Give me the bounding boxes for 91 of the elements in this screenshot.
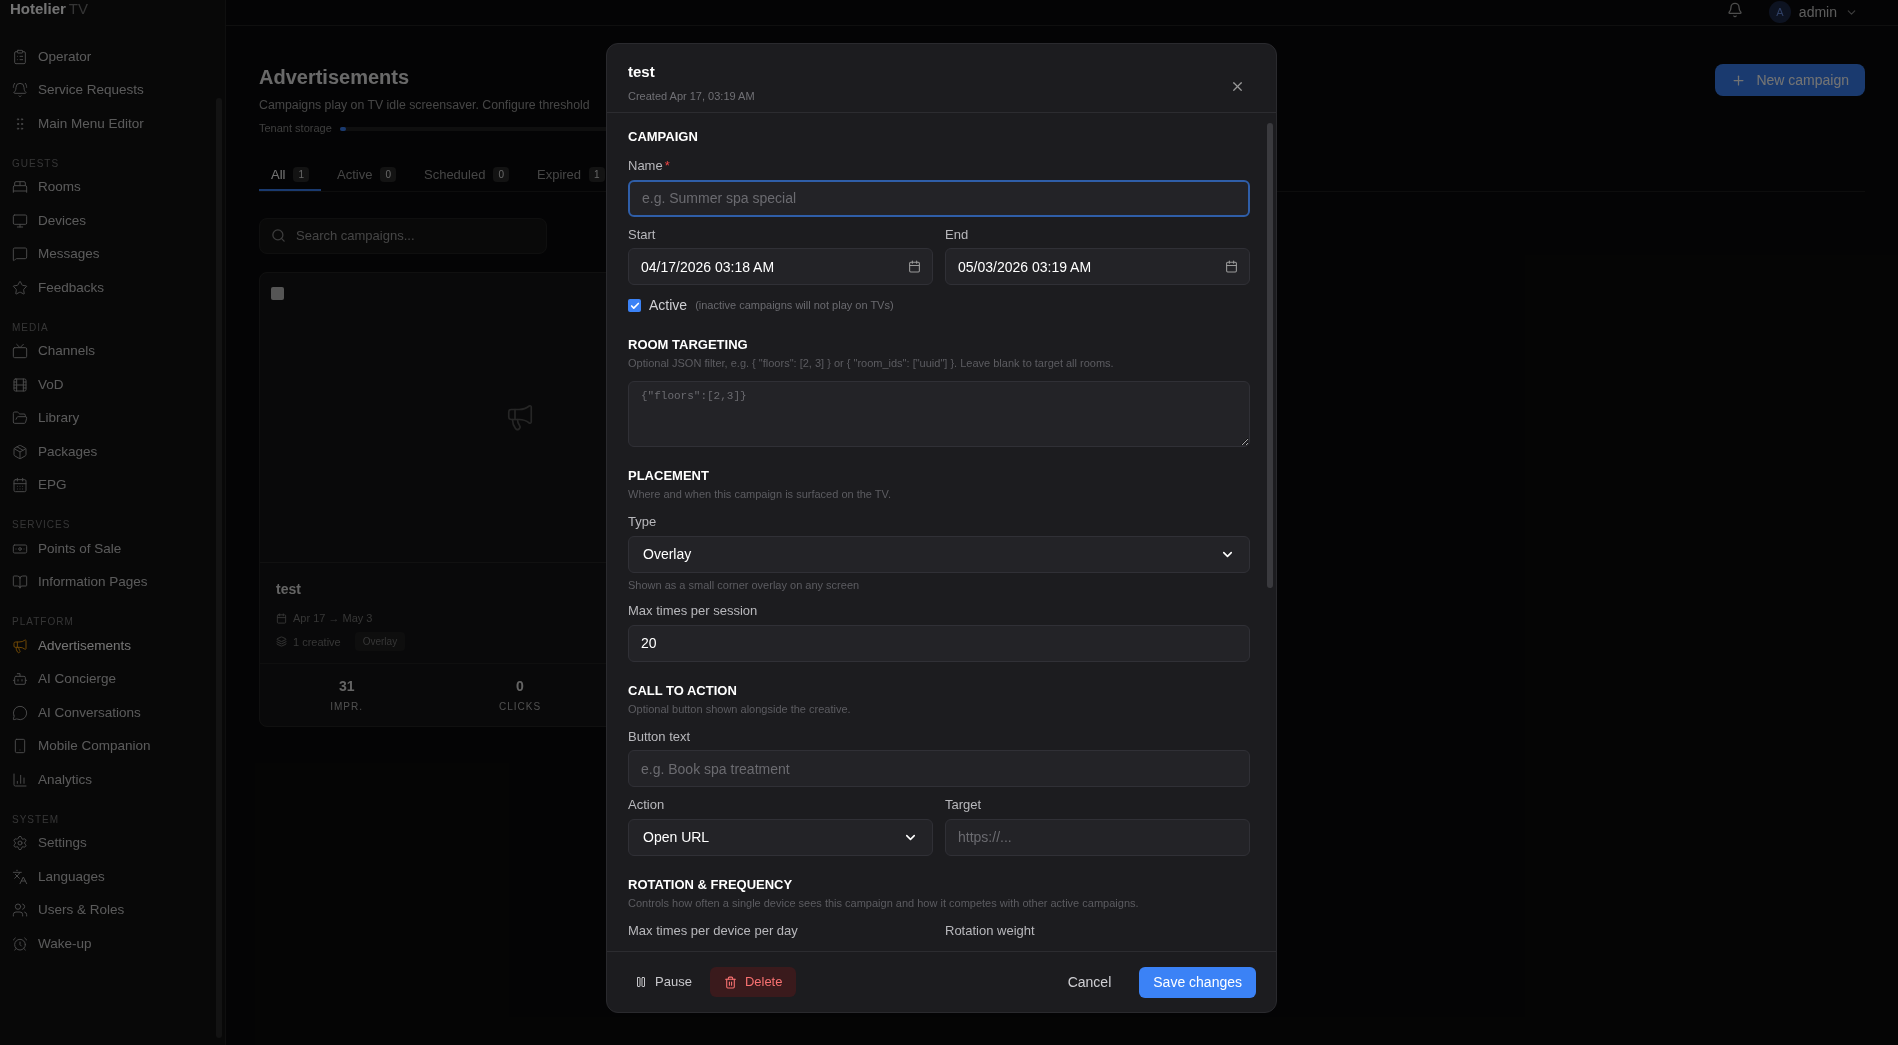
field-label: Max times per device per day — [628, 921, 798, 940]
field-label: End — [945, 225, 969, 244]
robot-icon — [12, 671, 28, 688]
translate-icon — [12, 868, 28, 885]
field-label: Target — [945, 796, 982, 814]
film-icon — [12, 376, 28, 393]
close-icon[interactable] — [1230, 79, 1245, 94]
settings-icon — [12, 835, 28, 852]
calendar-icon — [276, 612, 287, 624]
field-label: Rotation weight — [945, 921, 1035, 940]
select-field[interactable]: Overlay — [628, 535, 1250, 573]
card-title: test — [276, 579, 301, 599]
json-field[interactable]: {"floors":[2,3]} — [628, 381, 1250, 447]
sidebar-item[interactable]: Service Requests — [4, 73, 221, 107]
date-field[interactable]: 04/17/2026 03:18 AM — [628, 248, 933, 285]
select-checkbox[interactable] — [271, 286, 284, 300]
tab-count: 1 — [293, 167, 309, 183]
dialog-title: test — [628, 62, 656, 82]
pause-button[interactable]: Pause — [627, 967, 700, 997]
trash-icon — [723, 975, 737, 989]
section-title: ROOM TARGETING — [628, 337, 749, 353]
search-icon — [271, 227, 286, 243]
section-description: Controls how often a single device sees this campaign and how it competes with other active campaigns. — [628, 895, 1140, 910]
sidebar-item[interactable]: Operator — [4, 40, 221, 74]
bed-icon — [12, 179, 28, 196]
stat-label: CLICKS — [498, 700, 542, 715]
search-field[interactable]: Search campaigns... — [259, 217, 547, 254]
tv-icon — [12, 343, 28, 360]
new-campaign-button[interactable]: New campaign — [1715, 64, 1865, 96]
tab[interactable]: Expired 1 — [525, 160, 617, 191]
stat-label: IMPR. — [330, 700, 364, 715]
package-icon — [12, 443, 28, 460]
tab-count: 0 — [380, 167, 396, 183]
plus-icon — [1731, 72, 1747, 88]
field-label: Button text — [628, 727, 691, 746]
phone-icon — [12, 738, 28, 755]
required-mark: * — [664, 157, 670, 175]
calendar-icon — [908, 260, 921, 273]
stat-value: 31 — [338, 677, 355, 697]
section-title: PLACEMENT — [628, 468, 710, 484]
section-title: ROTATION & FREQUENCY — [628, 876, 794, 893]
text-field[interactable]: e.g. Book spa treatment — [628, 750, 1250, 787]
book-icon — [12, 574, 28, 591]
scrollbar[interactable] — [1267, 123, 1273, 588]
clipboard-icon — [12, 48, 28, 65]
select-field[interactable]: Open URL — [628, 818, 933, 856]
bar-chart-icon — [12, 771, 28, 788]
tab[interactable]: All 1 — [259, 160, 321, 191]
tab[interactable]: Scheduled 0 — [412, 160, 521, 191]
message-icon — [12, 246, 28, 263]
tab-count: 0 — [493, 167, 509, 183]
text-field[interactable]: e.g. Summer spa special — [628, 179, 1250, 217]
section-title: CALL TO ACTION — [628, 682, 738, 699]
calendar-icon — [1225, 260, 1238, 273]
page-title: Advertisements — [259, 65, 410, 90]
stat-value: 0 — [516, 677, 524, 697]
field-label: Max times per session — [628, 602, 758, 620]
text-field[interactable]: 20 — [628, 624, 1250, 662]
chat-icon — [12, 704, 28, 721]
delete-button[interactable]: Delete — [709, 967, 797, 997]
checkbox-label: Active — [649, 296, 688, 315]
date-field[interactable]: 05/03/2026 03:19 AM — [945, 248, 1250, 285]
text-field[interactable]: https://... — [945, 818, 1250, 856]
section-title: CAMPAIGN — [628, 129, 699, 145]
layers-icon — [276, 636, 287, 648]
megaphone-icon — [505, 402, 535, 433]
field-label: Action — [628, 796, 665, 814]
dialog-subtitle: Created Apr 17, 03:19 AM — [628, 88, 755, 104]
page-subtitle: Campaigns play on TV idle screensaver. Configure threshold — [259, 97, 590, 114]
app-logo: Hotelier — [10, 0, 66, 19]
users-icon — [12, 902, 28, 919]
save-button[interactable]: Save changes — [1139, 966, 1256, 998]
pause-icon — [635, 976, 647, 988]
user-avatar[interactable]: A — [1768, 1, 1791, 23]
user-name[interactable]: admin — [1798, 1, 1837, 23]
tab-count: 1 — [589, 167, 605, 183]
folder-icon — [12, 410, 28, 427]
megaphone-icon — [12, 637, 28, 654]
field-label: Start — [628, 225, 656, 244]
field-label: Type — [628, 513, 657, 531]
bell-icon[interactable] — [1726, 2, 1743, 18]
calendar-icon — [12, 477, 28, 494]
tab[interactable]: Active 0 — [325, 160, 408, 191]
storage-label: Tenant storage — [259, 121, 332, 137]
field-label: Name — [628, 157, 663, 175]
bell-icon — [12, 82, 28, 99]
star-icon — [12, 279, 28, 296]
alarm-clock-icon — [12, 935, 28, 952]
checkbox[interactable] — [628, 299, 641, 312]
cancel-button[interactable]: Cancel — [1059, 967, 1120, 997]
monitor-icon — [12, 212, 28, 229]
